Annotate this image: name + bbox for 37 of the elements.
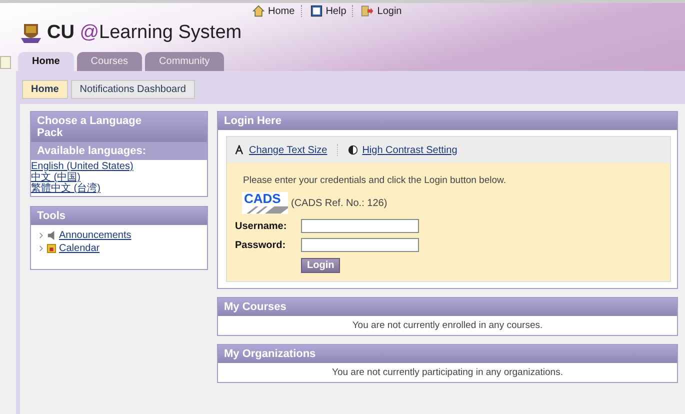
help-icon — [310, 5, 323, 17]
text-size-icon — [235, 145, 245, 155]
panel-title: Tools — [31, 207, 207, 225]
panel-title: Login Here — [218, 112, 677, 130]
house-icon — [252, 5, 265, 17]
sub-tab[interactable]: Notifications Dashboard — [70, 80, 195, 99]
tool-link[interactable]: Calendar — [59, 243, 100, 254]
language-link[interactable]: English (United States) — [31, 161, 207, 172]
language-link[interactable]: 繁體中文 (台湾) — [31, 183, 207, 194]
top-link[interactable]: Login — [361, 5, 408, 17]
panel-title: Choose a Language Pack — [31, 112, 207, 142]
panel-title: My Organizations — [218, 345, 677, 363]
cads-reference: (CADS Ref. No.: 126) — [291, 198, 388, 208]
empty-message: You are not currently enrolled in any courses. — [351, 319, 544, 333]
panel-title: My Courses — [218, 298, 677, 316]
sub-tab[interactable]: Home — [22, 80, 68, 99]
crest-logo-icon — [20, 22, 42, 44]
door-arrow-icon — [361, 5, 374, 17]
instructions-text: Please enter your credentials and click the Login button below. — [243, 175, 507, 186]
input-field[interactable] — [301, 219, 419, 233]
panel-subtitle: Available languages: — [31, 142, 207, 160]
language-link[interactable]: 中文 (中国) — [31, 172, 207, 183]
top-link[interactable]: Help — [310, 5, 354, 17]
speaker-icon — [47, 231, 56, 240]
tool-link[interactable]: Announcements — [59, 230, 132, 241]
input-field[interactable] — [301, 238, 419, 252]
accessibility-link[interactable]: High Contrast Setting — [362, 144, 458, 156]
field-label: Password: — [235, 240, 287, 250]
top-link[interactable]: Home — [252, 5, 302, 17]
accessibility-link[interactable]: Change Text Size — [249, 144, 328, 156]
calendar-icon — [47, 244, 56, 253]
contrast-icon — [348, 145, 358, 155]
cads-logo: CADS — [242, 192, 288, 214]
nav-tab[interactable]: Home — [18, 52, 74, 71]
field-label: Username: — [235, 220, 288, 232]
empty-message: You are not currently participating in any organizations. — [331, 366, 564, 380]
site-title: CU @Learning System — [47, 22, 242, 44]
